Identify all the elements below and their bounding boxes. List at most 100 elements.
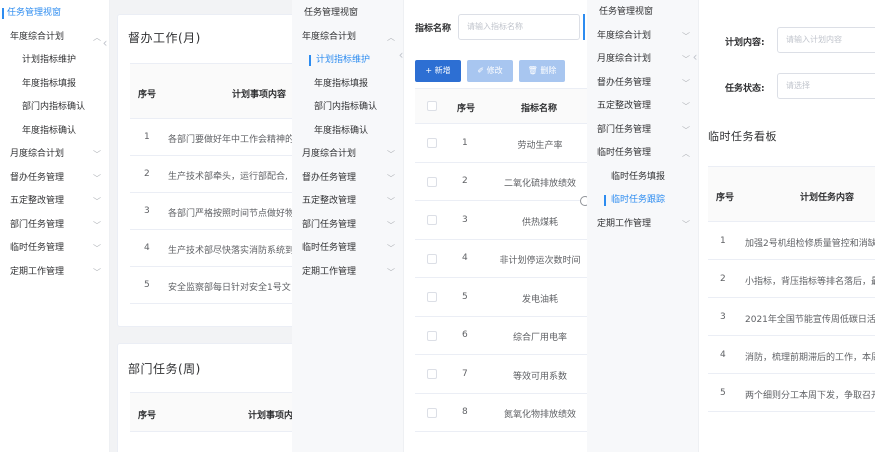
chevron-down-icon: ﹀ [93, 150, 101, 159]
table-row[interactable]: 6 综合厂用电率 [415, 317, 587, 355]
sidebar-item-label: 五定整改管理 [302, 196, 357, 206]
sidebar-item[interactable]: 年度综合计划 ︿ [0, 26, 109, 49]
sidebar-item[interactable]: 年度综合计划 ︿ [292, 26, 403, 49]
row-index: 1 [144, 132, 150, 142]
table-row[interactable]: 1 劳动生产率 [415, 124, 587, 163]
collapse-sidebar-icon[interactable]: ‹ [395, 44, 407, 66]
task-status-label: 任务状态: [725, 84, 765, 94]
chevron-down-icon: ﹀ [93, 197, 101, 206]
search-button-edge[interactable] [583, 14, 585, 40]
sidebar-item[interactable]: 年度指标确认 [0, 120, 109, 143]
sidebar-item[interactable]: 临时任务管理 ﹀ [0, 237, 109, 260]
sidebar-item[interactable]: 部门内指标确认 [292, 96, 403, 119]
col-index-header: 序号 [457, 104, 476, 114]
row-content: 2021年全国节能宣传周低碳日活动 [745, 314, 875, 325]
row-index: 5 [462, 291, 468, 302]
sidebar-item[interactable]: 临时任务管理 ﹀ [292, 237, 403, 260]
sidebar-item[interactable]: 任务管理视窗 [0, 2, 109, 25]
select-all-checkbox[interactable] [427, 101, 437, 111]
row-index: 3 [144, 206, 150, 216]
table-row[interactable]: 2 二氧化硫排放绩效 [415, 163, 587, 201]
table-row[interactable]: 5 两个细则分工本周下发，争取召开 [708, 374, 875, 412]
row-content: 小指标，背压指标等排名落后，最 [745, 276, 875, 287]
sidebar-item[interactable]: 临时任务管理 ︿ [587, 142, 698, 165]
row-checkbox[interactable] [427, 253, 437, 264]
row-checkbox[interactable] [427, 138, 437, 149]
table-row[interactable]: 1 加强2号机组检修质量管控和消缺, [708, 222, 875, 260]
collapse-sidebar-icon[interactable]: ‹ [99, 32, 111, 54]
sidebar-item[interactable]: 计划指标维护 [0, 49, 109, 72]
row-index: 3 [462, 214, 468, 225]
sidebar-item[interactable]: 督办任务管理 ﹀ [587, 72, 698, 95]
indicator-name-input[interactable]: 请输入指标名称 [458, 14, 580, 40]
table-row[interactable]: 1 各部门要做好年中工作会精神的 [130, 119, 292, 156]
row-checkbox[interactable] [427, 215, 437, 226]
sidebar-item[interactable]: 月度综合计划 ﹀ [0, 143, 109, 166]
table-row[interactable]: 2 生产技术部牵头，运行部配合, [130, 156, 292, 193]
sidebar-item[interactable]: 任务管理视窗 [292, 2, 403, 25]
collapse-sidebar-icon[interactable]: ‹ [689, 46, 701, 68]
plan-content-input[interactable]: 请输入计划内容 [777, 27, 875, 53]
sidebar-item[interactable]: 部门任务管理 ﹀ [587, 119, 698, 142]
sidebar-item[interactable]: 定期工作管理 ﹀ [292, 261, 403, 284]
sidebar-item[interactable]: 督办任务管理 ﹀ [292, 167, 403, 190]
sidebar-item[interactable]: 任务管理视窗 [587, 1, 698, 24]
sidebar-item[interactable]: 部门任务管理 ﹀ [292, 214, 403, 237]
row-checkbox[interactable] [427, 330, 437, 341]
sidebar-item[interactable]: 月度综合计划 ﹀ [587, 48, 698, 71]
scroll-handle[interactable] [580, 196, 587, 206]
chevron-down-icon: ﹀ [93, 220, 101, 230]
department-table-header: 序号 计划事项内容 [130, 392, 292, 432]
sidebar-item[interactable]: 月度综合计划 ﹀ [292, 143, 403, 166]
chevron-up-icon: ︿ [387, 32, 395, 42]
sidebar-item-label: 定期工作管理 [302, 266, 357, 277]
row-content: 消防，梳理前期滞后的工作，本周 [745, 352, 875, 363]
table-row[interactable]: 3 供热煤耗 [415, 201, 587, 240]
sidebar-item-label: 任务管理视窗 [304, 8, 359, 18]
sidebar-item[interactable]: 督办任务管理 ﹀ [0, 167, 109, 190]
row-checkbox[interactable] [427, 292, 437, 303]
sidebar-item[interactable]: 五定整改管理 ﹀ [0, 190, 109, 213]
supervision-card-title: 督办工作(月) [128, 31, 201, 45]
col-index-header: 序号 [716, 193, 735, 203]
sidebar-item[interactable]: 年度指标填报 [0, 73, 109, 96]
row-checkbox[interactable] [427, 369, 437, 380]
sidebar-item-label: 临时任务管理 [10, 243, 65, 253]
task-status-select[interactable]: 请选择 [777, 73, 875, 99]
col-index-header: 序号 [138, 411, 157, 421]
supervision-table-header: 序号 计划事项内容 [130, 63, 292, 119]
sidebar-item[interactable]: 五定整改管理 ﹀ [587, 95, 698, 118]
plan-content-label: 计划内容: [725, 38, 765, 48]
sidebar-item[interactable]: 临时任务跟踪 [587, 189, 698, 212]
sidebar-item-label: 年度指标确认 [22, 125, 77, 136]
row-content: 供热煤耗 [521, 217, 558, 228]
table-row[interactable]: 2 小指标，背压指标等排名落后，最 [708, 260, 875, 298]
row-checkbox[interactable] [427, 407, 437, 418]
sidebar-item[interactable]: 年度指标填报 [292, 73, 403, 96]
table-row[interactable]: 5 发电油耗 [415, 278, 587, 317]
sidebar-item[interactable]: 临时任务填报 [587, 166, 698, 189]
sidebar-item[interactable]: 部门任务管理 ﹀ [0, 214, 109, 237]
department-task-card-title: 部门任务(周) [128, 362, 201, 376]
table-row[interactable]: 4 非计划停运次数时间 [415, 240, 587, 278]
sidebar-item[interactable]: 定期工作管理 ﹀ [587, 213, 698, 236]
table-row[interactable]: 8 氮氧化物排放绩效 [415, 394, 587, 432]
table-row[interactable]: 4 生产技术部尽快落实消防系统到 [130, 230, 292, 267]
table-row[interactable]: 3 2021年全国节能宣传周低碳日活动 [708, 298, 875, 336]
row-checkbox[interactable] [427, 176, 437, 187]
sidebar-item[interactable]: 年度指标确认 [292, 120, 403, 143]
sidebar-item[interactable]: 部门内指标确认 [0, 96, 109, 119]
sidebar-item[interactable]: 年度综合计划 ﹀ [587, 25, 698, 48]
active-indicator [604, 195, 606, 206]
delete-button[interactable]: 🗑 删除 [519, 60, 565, 82]
table-row[interactable]: 5 安全监察部每日针对安全1号文 [130, 267, 292, 304]
sidebar-item[interactable]: 定期工作管理 ﹀ [0, 261, 109, 284]
chevron-down-icon: ﹀ [387, 267, 395, 277]
table-row[interactable]: 3 各部门严格按照时间节点做好物 [130, 193, 292, 230]
edit-button[interactable]: ✐ 修改 [467, 60, 513, 82]
table-row[interactable]: 7 等效可用系数 [415, 355, 587, 394]
add-button[interactable]: + 新增 [415, 60, 461, 82]
table-row[interactable]: 4 消防，梳理前期滞后的工作，本周 [708, 336, 875, 374]
sidebar-item[interactable]: 五定整改管理 ﹀ [292, 190, 403, 213]
sidebar-item[interactable]: 计划指标维护 [292, 49, 403, 72]
